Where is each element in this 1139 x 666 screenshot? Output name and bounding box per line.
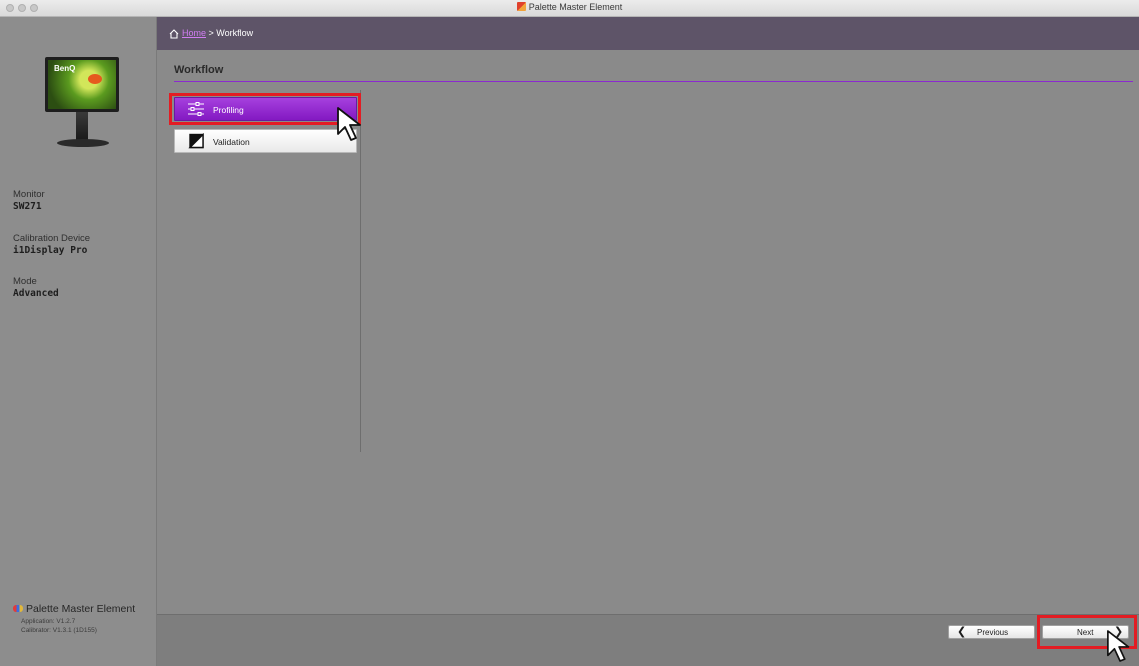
calibrator-version: Calibrator: V1.3.1 (1D155)	[21, 627, 97, 634]
app-icon	[516, 2, 526, 11]
pointer-cursor-icon	[337, 107, 361, 141]
profiling-highlight	[169, 93, 361, 125]
home-icon[interactable]	[169, 29, 179, 39]
title-divider	[174, 81, 1133, 82]
monitor-brand: BenQ	[54, 64, 76, 73]
device-info: Calibration Device i1Display Pro	[13, 233, 90, 257]
validation-label: Validation	[213, 137, 250, 147]
window-titlebar: Palette Master Element	[0, 0, 1139, 17]
workflow-item-validation[interactable]: Validation	[174, 129, 357, 153]
chevron-left-icon: ❮	[957, 626, 967, 638]
previous-button[interactable]: ❮ Previous	[948, 625, 1035, 639]
device-label: Calibration Device	[13, 233, 91, 244]
breadcrumb-text: Home > Workflow	[182, 28, 254, 38]
monitor-value: SW271	[13, 201, 42, 212]
breadcrumb-current: Workflow	[216, 28, 254, 38]
monitor-image: BenQ	[45, 57, 119, 167]
breadcrumb-home-link[interactable]: Home	[182, 28, 206, 38]
monitor-info: Monitor SW271	[13, 189, 45, 213]
app-version: Application: V1.2.7	[21, 618, 76, 625]
contrast-icon	[188, 133, 204, 149]
device-value: i1Display Pro	[13, 245, 88, 256]
monitor-label: Monitor	[13, 189, 45, 200]
palette-icon	[13, 605, 23, 612]
window-title: Palette Master Element	[0, 2, 1139, 12]
breadcrumb: Home > Workflow	[157, 17, 1139, 50]
panel-divider	[360, 90, 361, 452]
mode-value: Advanced	[13, 288, 59, 299]
app-logo: Palette Master Element	[13, 603, 135, 615]
sidebar: BenQ Monitor SW271 Calibration Device i1…	[0, 17, 157, 666]
footer-bar	[157, 614, 1139, 666]
mode-label: Mode	[13, 276, 37, 287]
page-title: Workflow	[174, 64, 224, 76]
mode-info: Mode Advanced	[13, 276, 59, 300]
pointer-cursor-icon	[1107, 630, 1130, 662]
